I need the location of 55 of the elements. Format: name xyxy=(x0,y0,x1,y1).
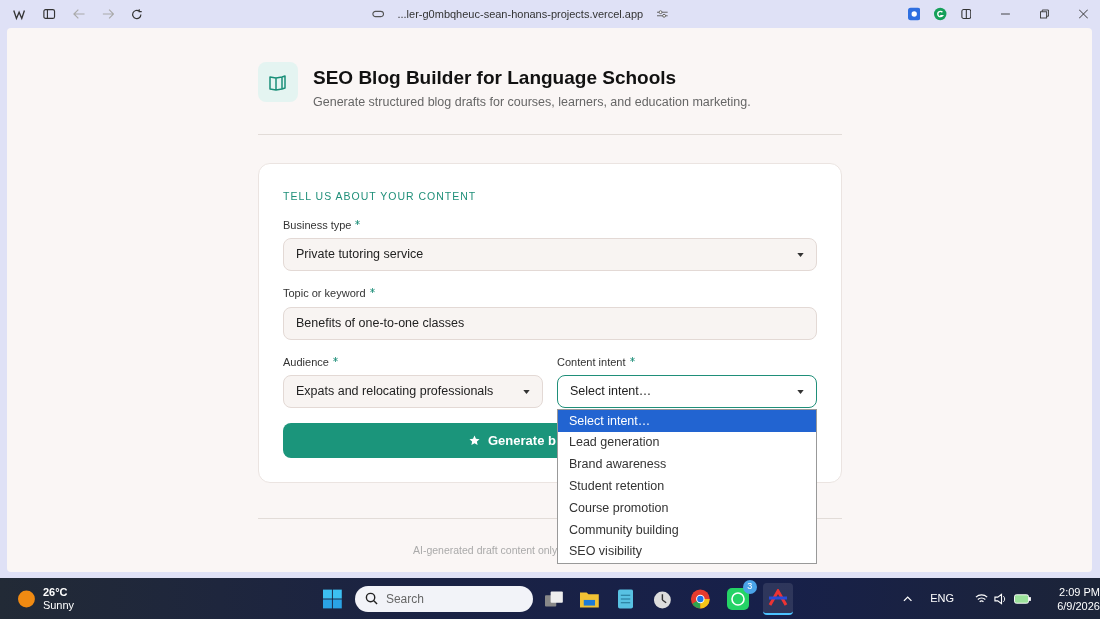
search-placeholder: Search xyxy=(385,590,424,608)
sliders-icon[interactable] xyxy=(657,9,668,19)
clock-time[interactable]: 2:09 PM xyxy=(1059,584,1100,599)
address-bar-url[interactable]: ...ler-g0mbqheuc-sean-honans-projects.vercel.app xyxy=(397,5,644,23)
reload-icon[interactable] xyxy=(131,7,143,21)
dropdown-option[interactable]: Student retention xyxy=(558,475,816,498)
field-label: Business type xyxy=(283,217,352,233)
input-field[interactable]: Benefits of one-to-one classes xyxy=(283,306,817,340)
extension-icon[interactable] xyxy=(907,7,921,21)
page-title: SEO Blog Builder for Language Schools xyxy=(313,66,678,90)
caret-icon xyxy=(797,252,804,257)
select-field[interactable]: Private tutoring service xyxy=(283,238,817,271)
weather-temperature[interactable]: 26°C xyxy=(42,585,75,599)
dropdown-option[interactable]: Select intent… xyxy=(558,410,816,432)
caret-icon xyxy=(523,389,530,394)
select-field[interactable]: Expats and relocating professionals xyxy=(283,375,543,408)
dropdown-option[interactable]: Lead generation xyxy=(558,431,816,454)
split-view-icon[interactable] xyxy=(960,8,972,20)
dropdown-option[interactable]: Community building xyxy=(558,519,816,541)
select-field[interactable]: Select intent… xyxy=(557,375,817,408)
wifi-icon[interactable] xyxy=(974,593,989,604)
notepad-icon[interactable] xyxy=(618,588,634,609)
close-icon[interactable] xyxy=(1079,9,1088,19)
start-icon[interactable] xyxy=(323,588,342,609)
taskbar-search-field[interactable]: Search xyxy=(354,585,533,612)
field-label: Topic or keyword xyxy=(283,286,366,301)
field-label: Content intent xyxy=(557,354,626,370)
clock-date[interactable]: 6/9/2026 xyxy=(1057,598,1100,613)
field-label: Audience xyxy=(283,354,329,370)
chat-app-icon[interactable] xyxy=(726,587,749,610)
star-icon xyxy=(469,435,480,446)
sun-icon[interactable] xyxy=(18,589,35,608)
volume-icon[interactable] xyxy=(994,592,1008,605)
page-subtitle: Generate structured blog drafts for courses, learners, and education marketing. xyxy=(313,94,751,111)
search-icon xyxy=(364,592,378,605)
notification-badge: 3 xyxy=(742,579,757,594)
language-indicator[interactable]: ENG xyxy=(930,590,954,607)
active-app-button[interactable] xyxy=(762,582,793,615)
chrome-icon[interactable] xyxy=(690,587,711,610)
weather-condition[interactable]: Sunny xyxy=(42,598,75,612)
caret-icon xyxy=(797,389,804,394)
dropdown-option[interactable]: Course promotion xyxy=(558,497,816,519)
battery-icon[interactable] xyxy=(1014,593,1032,604)
link-icon xyxy=(372,10,385,18)
restore-icon[interactable] xyxy=(1040,9,1050,19)
task-view-icon[interactable] xyxy=(544,589,564,608)
folder-icon[interactable] xyxy=(580,589,600,608)
chevron-up-icon[interactable] xyxy=(902,595,913,602)
grammar-extension-icon[interactable] xyxy=(934,7,947,21)
footer-note: AI-generated draft content only xyxy=(413,544,558,556)
section-label: TELL US ABOUT YOUR CONTENT xyxy=(283,188,478,204)
app-logo-icon xyxy=(767,588,788,607)
book-icon xyxy=(258,62,298,102)
dropdown-option[interactable]: SEO visibility xyxy=(558,540,816,563)
sidebar-icon[interactable] xyxy=(43,8,56,20)
